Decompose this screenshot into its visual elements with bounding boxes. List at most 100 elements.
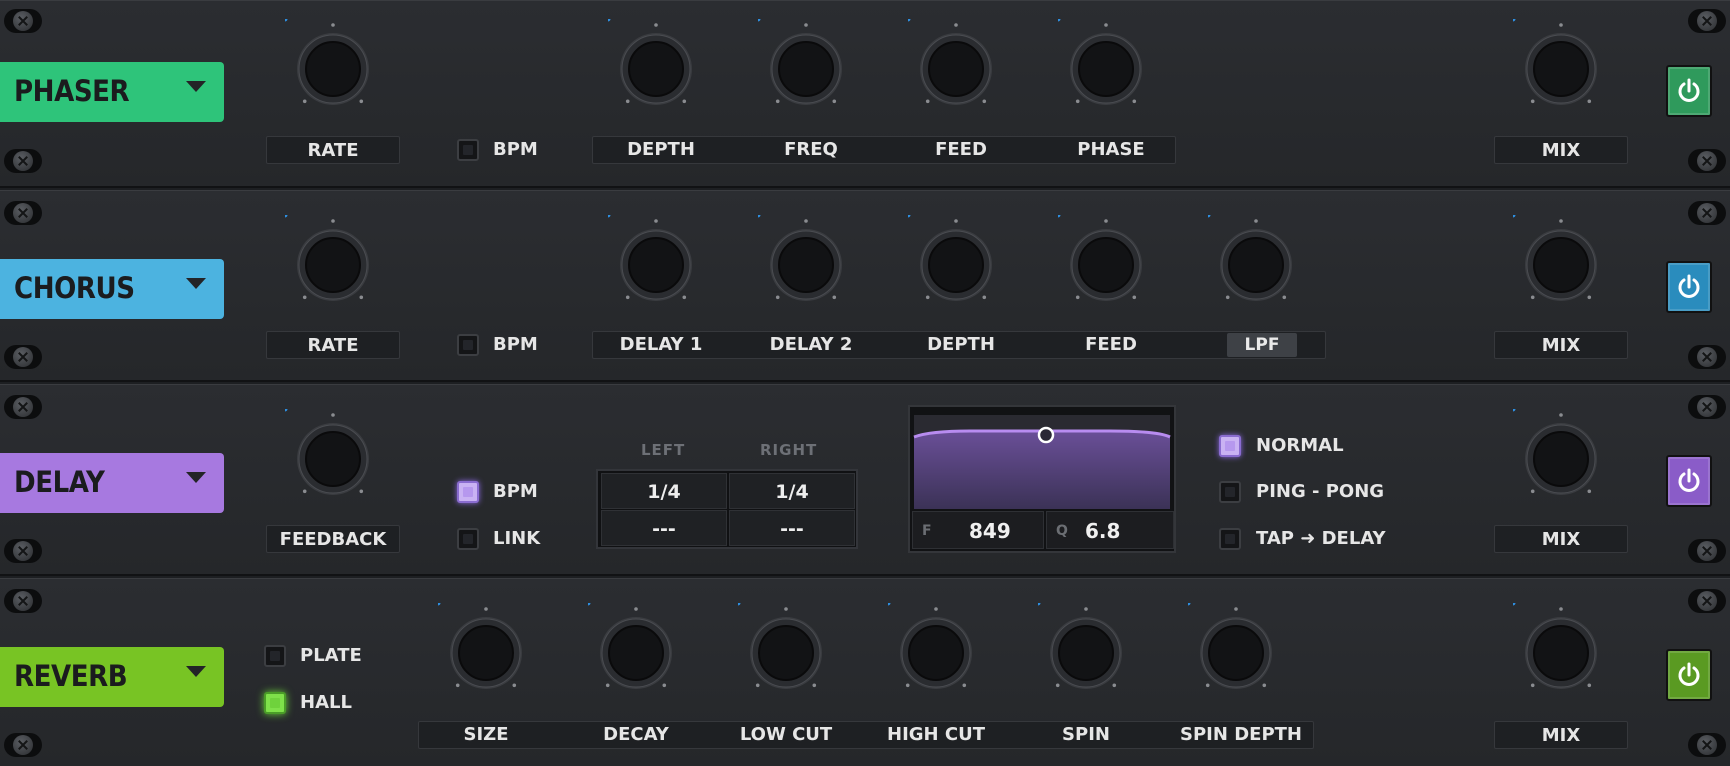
screw-icon — [4, 395, 42, 419]
filter-q-value[interactable]: Q 6.8 — [1046, 511, 1174, 549]
phaser-freq-knob[interactable] — [758, 19, 854, 115]
reverb-power-button[interactable] — [1666, 649, 1712, 701]
phaser-module-tab[interactable]: PHASER — [0, 62, 224, 122]
knob-graphic — [908, 215, 992, 301]
chorus-delay1-knob[interactable] — [608, 215, 704, 311]
screw-icon — [4, 149, 42, 173]
knob-graphic — [1513, 19, 1597, 105]
delay-pingpong-label: PING - PONG — [1256, 481, 1385, 502]
screw-icon — [1688, 589, 1726, 613]
delay-mix-label: MIX — [1494, 525, 1628, 553]
delay-right-sync[interactable]: --- — [729, 510, 855, 546]
chorus-lpf-button[interactable]: LPF — [1227, 333, 1297, 357]
reverb-decay-knob[interactable] — [588, 603, 684, 699]
filter-q-number: 6.8 — [1085, 519, 1121, 543]
chorus-mix-knob[interactable] — [1513, 215, 1609, 311]
reverb-spin-label: SPIN — [1062, 724, 1110, 745]
phaser-rate-knob[interactable] — [285, 19, 381, 115]
screw-icon — [1688, 345, 1726, 369]
reverb-mix-knob[interactable] — [1513, 603, 1609, 699]
phaser-power-button[interactable] — [1666, 65, 1712, 117]
delay-bpm-label: BPM — [493, 481, 538, 502]
reverb-spindepth-knob[interactable] — [1188, 603, 1284, 699]
phaser-feed-knob[interactable] — [908, 19, 1004, 115]
reverb-spin-knob[interactable] — [1038, 603, 1134, 699]
knob-graphic — [285, 215, 369, 301]
reverb-lowcut-knob[interactable] — [738, 603, 834, 699]
chorus-feed-label: FEED — [1085, 334, 1137, 355]
power-icon — [1678, 78, 1700, 102]
delay-feedback-knob[interactable] — [285, 409, 381, 505]
filter-freq-value[interactable]: F 849 — [912, 511, 1044, 549]
delay-normal-label: NORMAL — [1256, 435, 1344, 456]
knob-graphic — [758, 19, 842, 105]
delay-left-sync[interactable]: --- — [601, 510, 727, 546]
knob-graphic — [1208, 215, 1292, 301]
chorus-rate-knob[interactable] — [285, 215, 381, 311]
chevron-down-icon[interactable] — [186, 81, 206, 92]
effects-rack: PHASER RATE BPM DEPTH FREQ FEED PHASE MI… — [0, 0, 1730, 766]
chorus-depth-knob[interactable] — [908, 215, 1004, 311]
screw-icon — [1688, 539, 1726, 563]
phaser-depth-label: DEPTH — [627, 139, 695, 160]
screw-icon — [1688, 733, 1726, 757]
knob-graphic — [908, 19, 992, 105]
power-icon — [1678, 662, 1700, 686]
screw-icon — [4, 9, 42, 33]
reverb-highcut-label: HIGH CUT — [887, 724, 985, 745]
delay-filter-display[interactable]: F 849 Q 6.8 — [908, 405, 1176, 553]
reverb-size-label: SIZE — [463, 724, 509, 745]
reverb-spindepth-label: SPIN DEPTH — [1180, 724, 1302, 745]
chorus-module-tab[interactable]: CHORUS — [0, 259, 224, 319]
reverb-lowcut-label: LOW CUT — [739, 724, 833, 745]
delay-link-checkbox[interactable] — [457, 528, 479, 550]
knob-graphic — [588, 603, 672, 689]
chevron-down-icon[interactable] — [186, 278, 206, 289]
delay-tap-checkbox[interactable] — [1219, 528, 1241, 550]
power-icon — [1678, 274, 1700, 298]
knob-graphic — [285, 409, 369, 495]
phaser-mix-knob[interactable] — [1513, 19, 1609, 115]
reverb-plate-label: PLATE — [300, 645, 362, 666]
reverb-highcut-knob[interactable] — [888, 603, 984, 699]
phaser-phase-knob[interactable] — [1058, 19, 1154, 115]
reverb-module-tab[interactable]: REVERB — [0, 647, 224, 707]
reverb-plate-checkbox[interactable] — [264, 645, 286, 667]
delay-normal-checkbox[interactable] — [1219, 435, 1241, 457]
delay-mix-knob[interactable] — [1513, 409, 1609, 505]
delay-tap-label: TAP ➜ DELAY — [1256, 528, 1386, 549]
delay-pingpong-checkbox[interactable] — [1219, 481, 1241, 503]
filter-curve — [913, 415, 1171, 509]
module-title: PHASER — [14, 74, 130, 108]
delay-bpm-checkbox[interactable] — [457, 481, 479, 503]
module-title: REVERB — [14, 659, 128, 693]
phaser-depth-knob[interactable] — [608, 19, 704, 115]
reverb-size-knob[interactable] — [438, 603, 534, 699]
chorus-bpm-checkbox[interactable] — [457, 334, 479, 356]
chorus-lpf-knob[interactable] — [1208, 215, 1304, 311]
delay-left-time[interactable]: 1/4 — [601, 473, 727, 509]
screw-icon — [4, 201, 42, 225]
chevron-down-icon[interactable] — [186, 472, 206, 483]
reverb-hall-checkbox[interactable] — [264, 692, 286, 714]
filter-freq-number: 849 — [969, 519, 1011, 543]
chorus-delay2-knob[interactable] — [758, 215, 854, 311]
power-icon — [1678, 468, 1700, 492]
module-title: CHORUS — [14, 271, 135, 305]
delay-right-time[interactable]: 1/4 — [729, 473, 855, 509]
chorus-power-button[interactable] — [1666, 261, 1712, 313]
knob-graphic — [608, 19, 692, 105]
filter-handle[interactable] — [1037, 426, 1055, 444]
screw-icon — [1688, 395, 1726, 419]
delay-module-tab[interactable]: DELAY — [0, 453, 224, 513]
phaser-bpm-checkbox[interactable] — [457, 139, 479, 161]
delay-time-grid: 1/4 1/4 --- --- — [596, 469, 858, 549]
chevron-down-icon[interactable] — [186, 666, 206, 677]
knob-graphic — [438, 603, 522, 689]
filter-q-key: Q — [1056, 523, 1068, 539]
chorus-feed-knob[interactable] — [1058, 215, 1154, 311]
phaser-feed-label: FEED — [935, 139, 987, 160]
delay-link-label: LINK — [493, 528, 541, 549]
knob-graphic — [285, 19, 369, 105]
delay-power-button[interactable] — [1666, 455, 1712, 507]
